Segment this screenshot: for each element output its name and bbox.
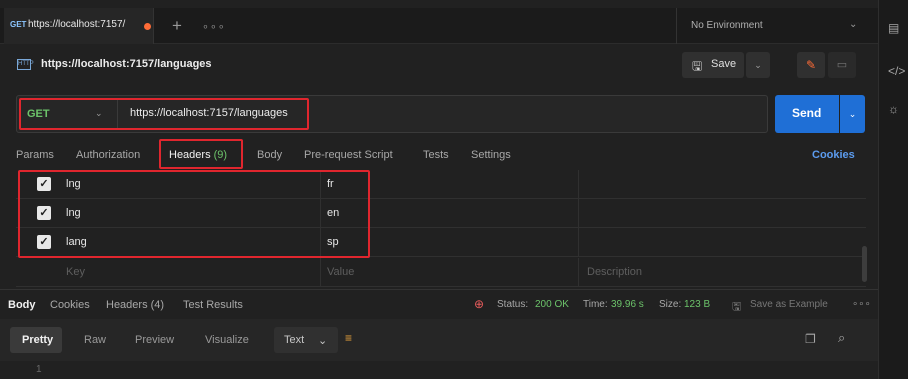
format-raw-button[interactable]: Raw [84,334,106,346]
format-pretty-button[interactable]: Pretty [10,327,62,353]
environment-label: No Environment [691,20,763,31]
response-bar: Body Cookies Headers (4) Test Results ⊕ … [0,289,878,319]
http-request-icon: HTTP [17,59,34,70]
send-button[interactable]: Send [775,95,839,133]
comment-icon[interactable]: ▭ [828,52,856,78]
search-icon[interactable]: ⌕ [838,330,845,346]
format-visualize-button[interactable]: Visualize [205,334,249,346]
response-tab-test-results[interactable]: Test Results [183,299,243,311]
response-tab-cookies[interactable]: Cookies [50,299,90,311]
globe-icon[interactable]: ⊕ [474,297,484,311]
new-tab-plus-icon[interactable]: + [172,16,182,36]
scrollbar[interactable] [862,246,867,282]
method-chevron-down-icon[interactable]: ⌄ [95,108,103,119]
size-value[interactable]: 123 B [684,299,710,310]
code-icon[interactable]: </> [888,64,905,78]
headers-table: ✓ lng fr ✓ lng en ✓ lang sp Key Value De… [16,170,866,288]
column-divider [578,228,579,257]
tab-authorization[interactable]: Authorization [76,149,140,161]
request-tab[interactable]: GET https://localhost:7157/ [4,8,154,44]
cookies-link[interactable]: Cookies [812,149,855,161]
tab-tests[interactable]: Tests [423,149,449,161]
status-value[interactable]: 200 OK [535,299,569,310]
tab-headers[interactable]: Headers (9) [169,149,227,161]
time-value[interactable]: 39.96 s [611,299,644,310]
url-input[interactable]: https://localhost:7157/languages [130,107,288,119]
send-options-chevron-icon[interactable]: ⌄ [840,95,865,133]
postman-window: GET https://localhost:7157/ + ∘∘∘ No Env… [0,0,908,379]
description-placeholder[interactable]: Description [587,266,642,278]
response-tab-headers[interactable]: Headers (4) [106,299,164,311]
save-button[interactable]: 🖫 Save [682,52,744,78]
size-label: Size: [659,299,682,310]
edit-pencil-icon[interactable]: ✎ [797,52,825,78]
url-bar: GET ⌄ https://localhost:7157/languages [16,95,768,133]
right-sidebar: ▤ </> ☼ [878,0,908,379]
save-example-icon[interactable]: 🖫 [732,298,741,317]
response-tab-body[interactable]: Body [8,299,36,311]
tab-headers-count: (9) [213,149,228,161]
body-type-select[interactable]: Text ⌄ [274,327,338,353]
chevron-down-icon: ⌄ [849,19,858,30]
editor-line-number: 1 [36,364,42,375]
time-label: Time: [583,299,608,310]
chevron-down-icon: ⌄ [318,335,328,347]
table-row-placeholder: Key Value Description [16,258,866,287]
tab-body[interactable]: Body [257,149,282,161]
format-pretty-label: Pretty [22,334,54,346]
method-select[interactable]: GET [27,108,50,120]
key-placeholder[interactable]: Key [66,266,85,278]
response-more-icon[interactable]: ∘∘∘ [852,299,871,310]
tab-headers-label: Headers [169,149,211,161]
highlight-box-headers [18,170,370,258]
copy-icon[interactable]: ❐ [805,332,816,346]
environment-selector[interactable]: No Environment ⌄ [676,8,872,44]
tab-title: https://localhost:7157/ [28,19,126,30]
column-divider [578,258,579,287]
tab-params[interactable]: Params [16,149,54,161]
method-divider [117,100,118,128]
save-label: Save [711,58,737,70]
column-divider [578,170,579,199]
column-divider [320,258,321,287]
value-placeholder[interactable]: Value [327,266,354,278]
save-icon: 🖫 [692,59,703,73]
unsaved-dot-icon [144,23,151,30]
tab-pre-request-script[interactable]: Pre-request Script [304,149,393,161]
environment-quicklook-icon[interactable]: ▤ [888,21,899,35]
tab-method: GET [10,20,27,29]
request-title[interactable]: https://localhost:7157/languages [41,58,212,70]
send-label: Send [792,106,822,120]
tab-settings[interactable]: Settings [471,149,511,161]
body-type-label: Text [284,334,305,346]
lightbulb-icon[interactable]: ☼ [888,102,899,116]
column-divider [578,199,579,228]
status-label: Status: [497,299,529,310]
format-preview-button[interactable]: Preview [135,334,174,346]
body-format-toolbar: Pretty Raw Preview Visualize Text ⌄ ≡ ❐ … [0,319,878,361]
save-options-chevron-icon[interactable]: ⌄ [746,52,770,78]
save-as-example-button[interactable]: Save as Example [750,299,828,310]
wrap-lines-icon[interactable]: ≡ [345,331,352,345]
more-tabs-icon[interactable]: ∘∘∘ [202,20,226,33]
